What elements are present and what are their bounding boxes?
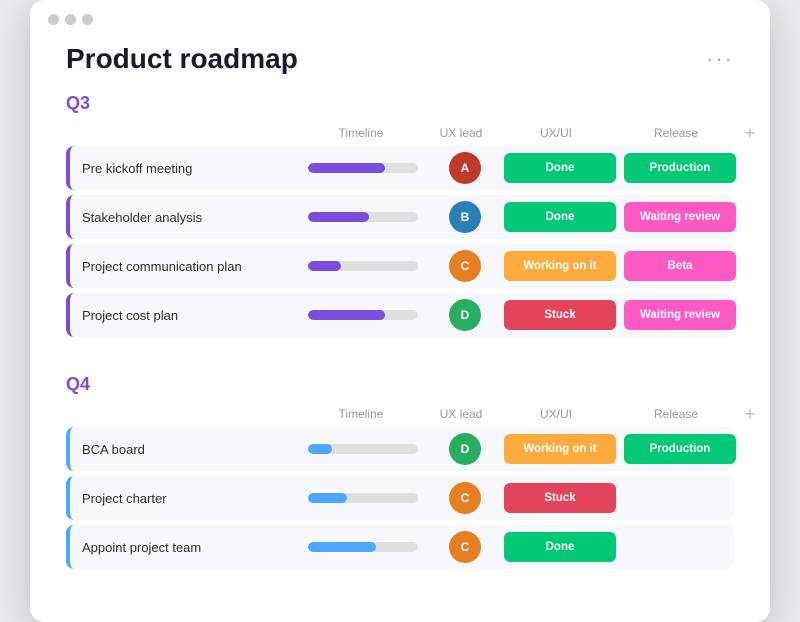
avatar: B <box>449 201 481 233</box>
q3-header: Q3 <box>66 93 734 114</box>
q4-col-headers: Timeline UX lead UX/UI Release + <box>66 403 734 427</box>
q3-add-col-button[interactable]: + <box>736 124 764 142</box>
more-options-button[interactable]: ··· <box>706 48 734 70</box>
q3-col-headers: Timeline UX lead UX/UI Release + <box>66 122 734 146</box>
timeline-bar <box>300 493 430 503</box>
task-name: BCA board <box>70 442 300 457</box>
q4-header: Q4 <box>66 374 734 395</box>
titlebar <box>30 0 770 35</box>
avatar-cell: A <box>430 152 500 184</box>
task-name: Project communication plan <box>70 259 300 274</box>
timeline-bar <box>300 444 430 454</box>
timeline-bar <box>300 542 430 552</box>
traffic-lights <box>48 14 93 25</box>
q4-title: Q4 <box>66 374 90 395</box>
uxui-status-badge[interactable]: Stuck <box>504 300 616 330</box>
q3-col-uxlead: UX lead <box>426 126 496 140</box>
uxui-status-badge[interactable]: Working on it <box>504 251 616 281</box>
traffic-light-minimize[interactable] <box>65 14 76 25</box>
timeline-bar <box>300 163 430 173</box>
task-row[interactable]: Appoint project team C Done <box>66 525 734 569</box>
page-title: Product roadmap <box>66 43 298 75</box>
traffic-light-maximize[interactable] <box>82 14 93 25</box>
task-name: Appoint project team <box>70 540 300 555</box>
avatar-cell: D <box>430 299 500 331</box>
task-row[interactable]: Project communication plan C Working on it… <box>66 244 734 288</box>
release-status-badge[interactable]: Production <box>624 434 736 464</box>
task-name: Project cost plan <box>70 308 300 323</box>
q3-section: Q3 Timeline UX lead UX/UI Release + Pre … <box>30 93 770 360</box>
avatar: A <box>449 152 481 184</box>
avatar: D <box>449 433 481 465</box>
timeline-bar <box>300 261 430 271</box>
avatar-cell: C <box>430 482 500 514</box>
avatar-cell: B <box>430 201 500 233</box>
timeline-bar <box>300 310 430 320</box>
q4-add-col-button[interactable]: + <box>736 405 764 423</box>
q4-col-timeline: Timeline <box>296 407 426 421</box>
uxui-status-badge[interactable]: Working on it <box>504 434 616 464</box>
q3-title: Q3 <box>66 93 90 114</box>
uxui-status-badge[interactable]: Done <box>504 153 616 183</box>
uxui-status-badge[interactable]: Done <box>504 532 616 562</box>
app-window: Product roadmap ··· Q3 Timeline UX lead … <box>30 0 770 622</box>
q4-rows: BCA board D Working on it Production Project… <box>66 427 734 569</box>
task-name: Stakeholder analysis <box>70 210 300 225</box>
avatar: C <box>449 482 481 514</box>
release-status-badge[interactable]: Production <box>624 153 736 183</box>
q4-col-uxui: UX/UI <box>496 407 616 421</box>
uxui-status-badge[interactable]: Done <box>504 202 616 232</box>
release-status-badge[interactable] <box>624 532 736 562</box>
page-header: Product roadmap ··· <box>30 35 770 93</box>
avatar-cell: C <box>430 250 500 282</box>
release-status-badge[interactable] <box>624 483 736 513</box>
avatar-cell: D <box>430 433 500 465</box>
avatar: D <box>449 299 481 331</box>
q4-section: Q4 Timeline UX lead UX/UI Release + BCA … <box>30 374 770 592</box>
task-row[interactable]: BCA board D Working on it Production <box>66 427 734 471</box>
q3-rows: Pre kickoff meeting A Done Production Stakeh… <box>66 146 734 337</box>
task-row[interactable]: Pre kickoff meeting A Done Production <box>66 146 734 190</box>
traffic-light-close[interactable] <box>48 14 59 25</box>
task-row[interactable]: Stakeholder analysis B Done Waiting review <box>66 195 734 239</box>
release-status-badge[interactable]: Waiting review <box>624 300 736 330</box>
avatar: C <box>449 531 481 563</box>
q4-col-uxlead: UX lead <box>426 407 496 421</box>
q4-col-release: Release <box>616 407 736 421</box>
task-row[interactable]: Project charter C Stuck <box>66 476 734 520</box>
avatar: C <box>449 250 481 282</box>
task-name: Project charter <box>70 491 300 506</box>
task-name: Pre kickoff meeting <box>70 161 300 176</box>
q3-col-uxui: UX/UI <box>496 126 616 140</box>
timeline-bar <box>300 212 430 222</box>
avatar-cell: C <box>430 531 500 563</box>
q3-col-release: Release <box>616 126 736 140</box>
uxui-status-badge[interactable]: Stuck <box>504 483 616 513</box>
release-status-badge[interactable]: Waiting review <box>624 202 736 232</box>
release-status-badge[interactable]: Beta <box>624 251 736 281</box>
q3-col-timeline: Timeline <box>296 126 426 140</box>
task-row[interactable]: Project cost plan D Stuck Waiting review <box>66 293 734 337</box>
